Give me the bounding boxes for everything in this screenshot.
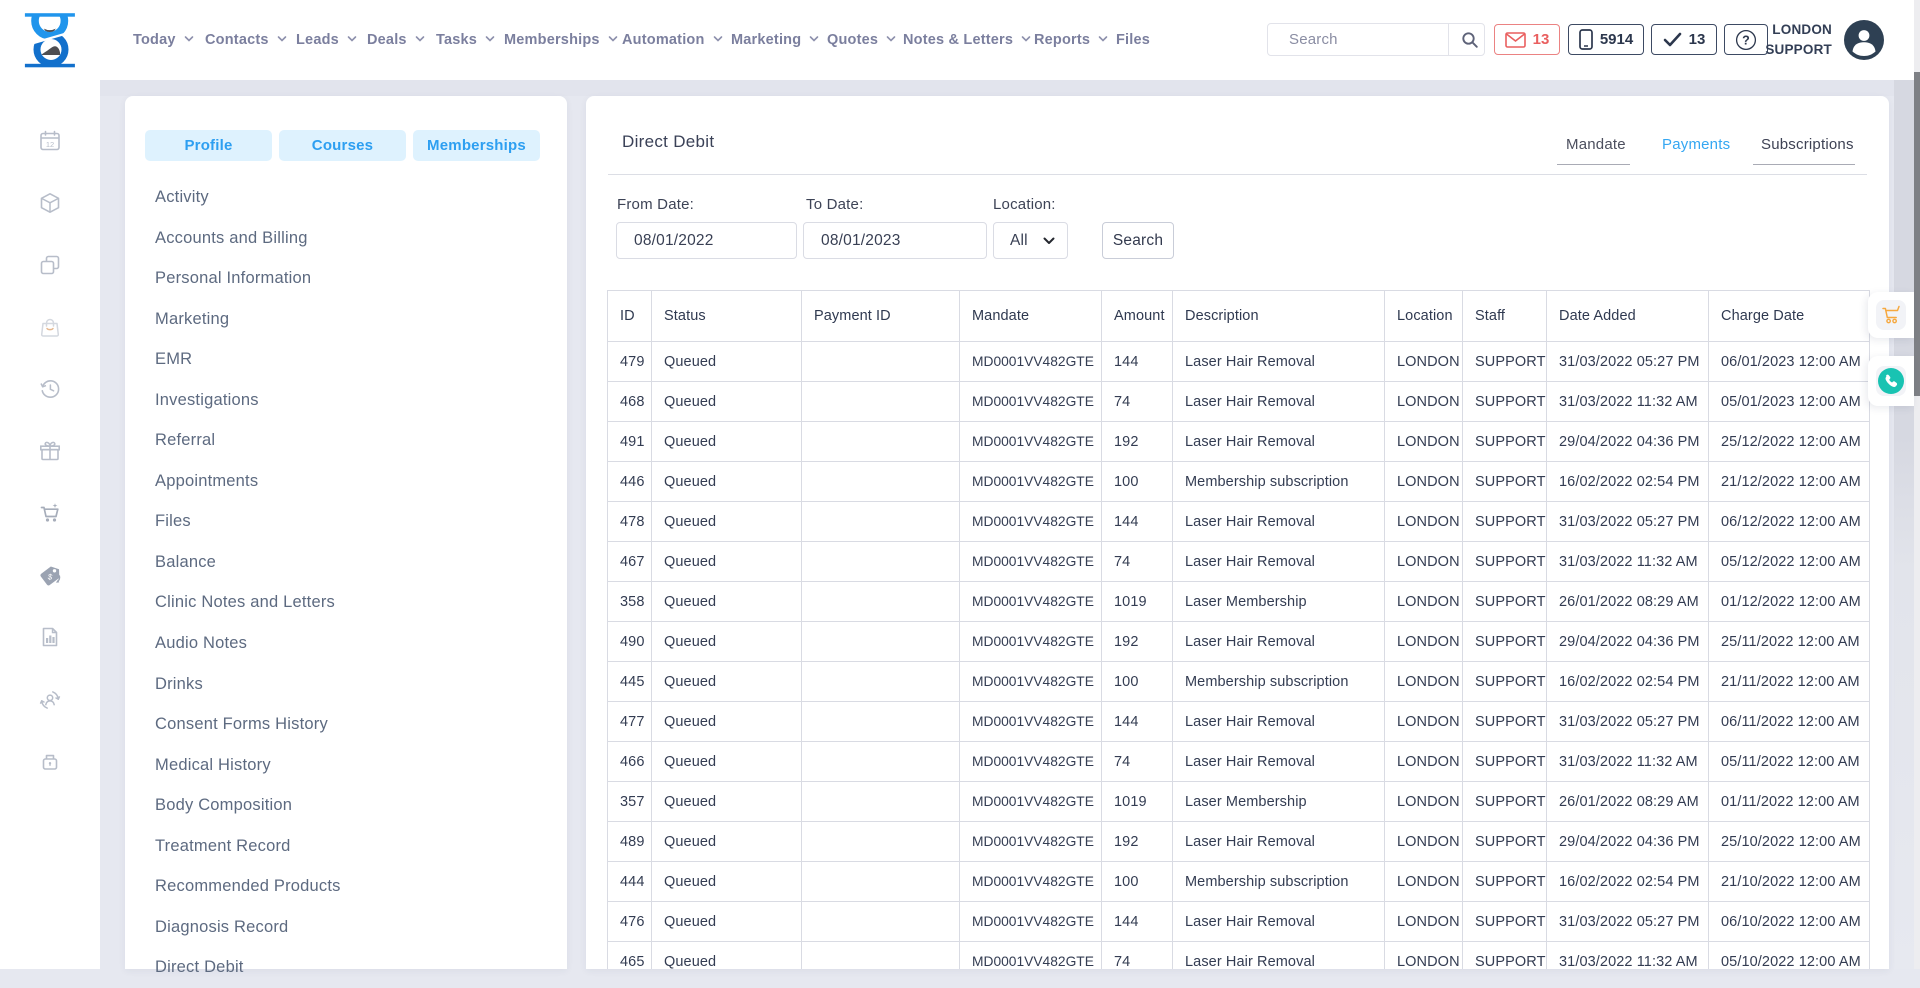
svg-text:12: 12 <box>46 140 54 149</box>
svg-text:?: ? <box>1742 33 1750 47</box>
